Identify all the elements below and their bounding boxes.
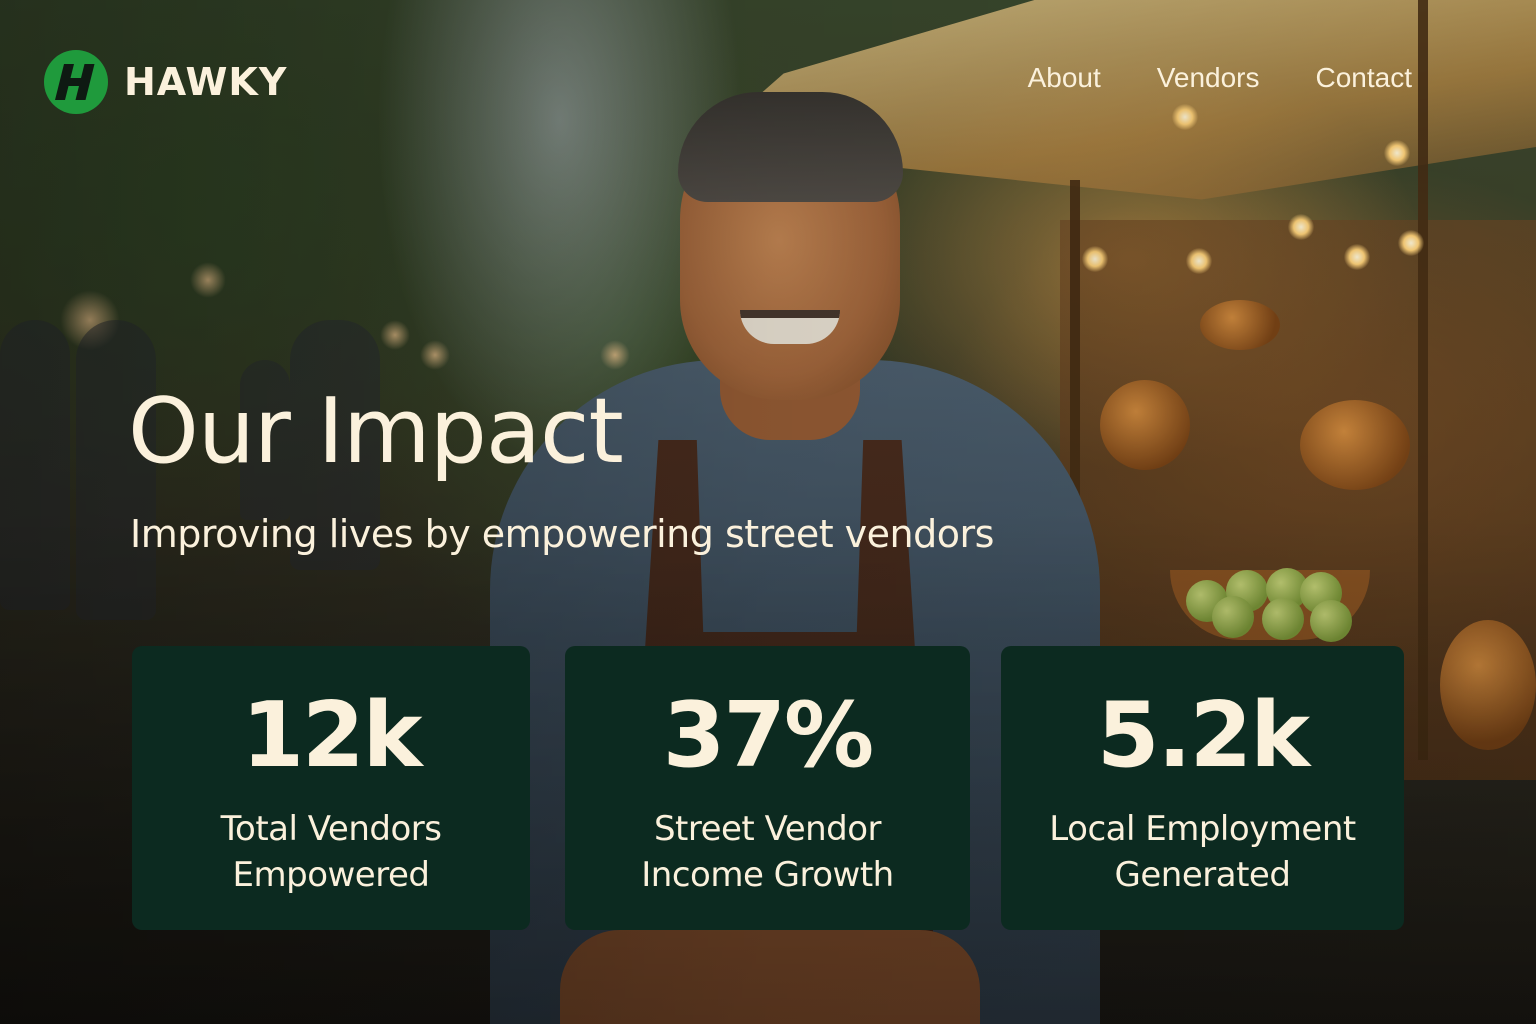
brand-logo[interactable]: HAWKY: [44, 50, 287, 114]
page-title: Our Impact: [128, 379, 624, 484]
stat-card-vendors: 12k Total Vendors Empowered: [132, 646, 530, 930]
brand-name: HAWKY: [124, 60, 288, 104]
hawky-h-logo-icon: [44, 50, 108, 114]
nav-link-about[interactable]: About: [1028, 62, 1101, 94]
stat-label: Street Vendor Income Growth: [641, 809, 894, 895]
stat-value: 5.2k: [1096, 683, 1310, 788]
nav-link-vendors[interactable]: Vendors: [1157, 62, 1260, 94]
stat-label: Local Employment Generated: [1049, 809, 1356, 895]
stat-label: Total Vendors Empowered: [220, 809, 442, 895]
page-subtitle: Improving lives by empowering street ven…: [130, 512, 994, 556]
main-nav: About Vendors Contact: [1028, 62, 1412, 94]
nav-link-contact[interactable]: Contact: [1316, 62, 1413, 94]
stat-value: 37%: [662, 683, 874, 788]
stat-card-employment: 5.2k Local Employment Generated: [1001, 646, 1404, 930]
stat-value: 12k: [241, 683, 422, 788]
stat-card-income: 37% Street Vendor Income Growth: [565, 646, 970, 930]
